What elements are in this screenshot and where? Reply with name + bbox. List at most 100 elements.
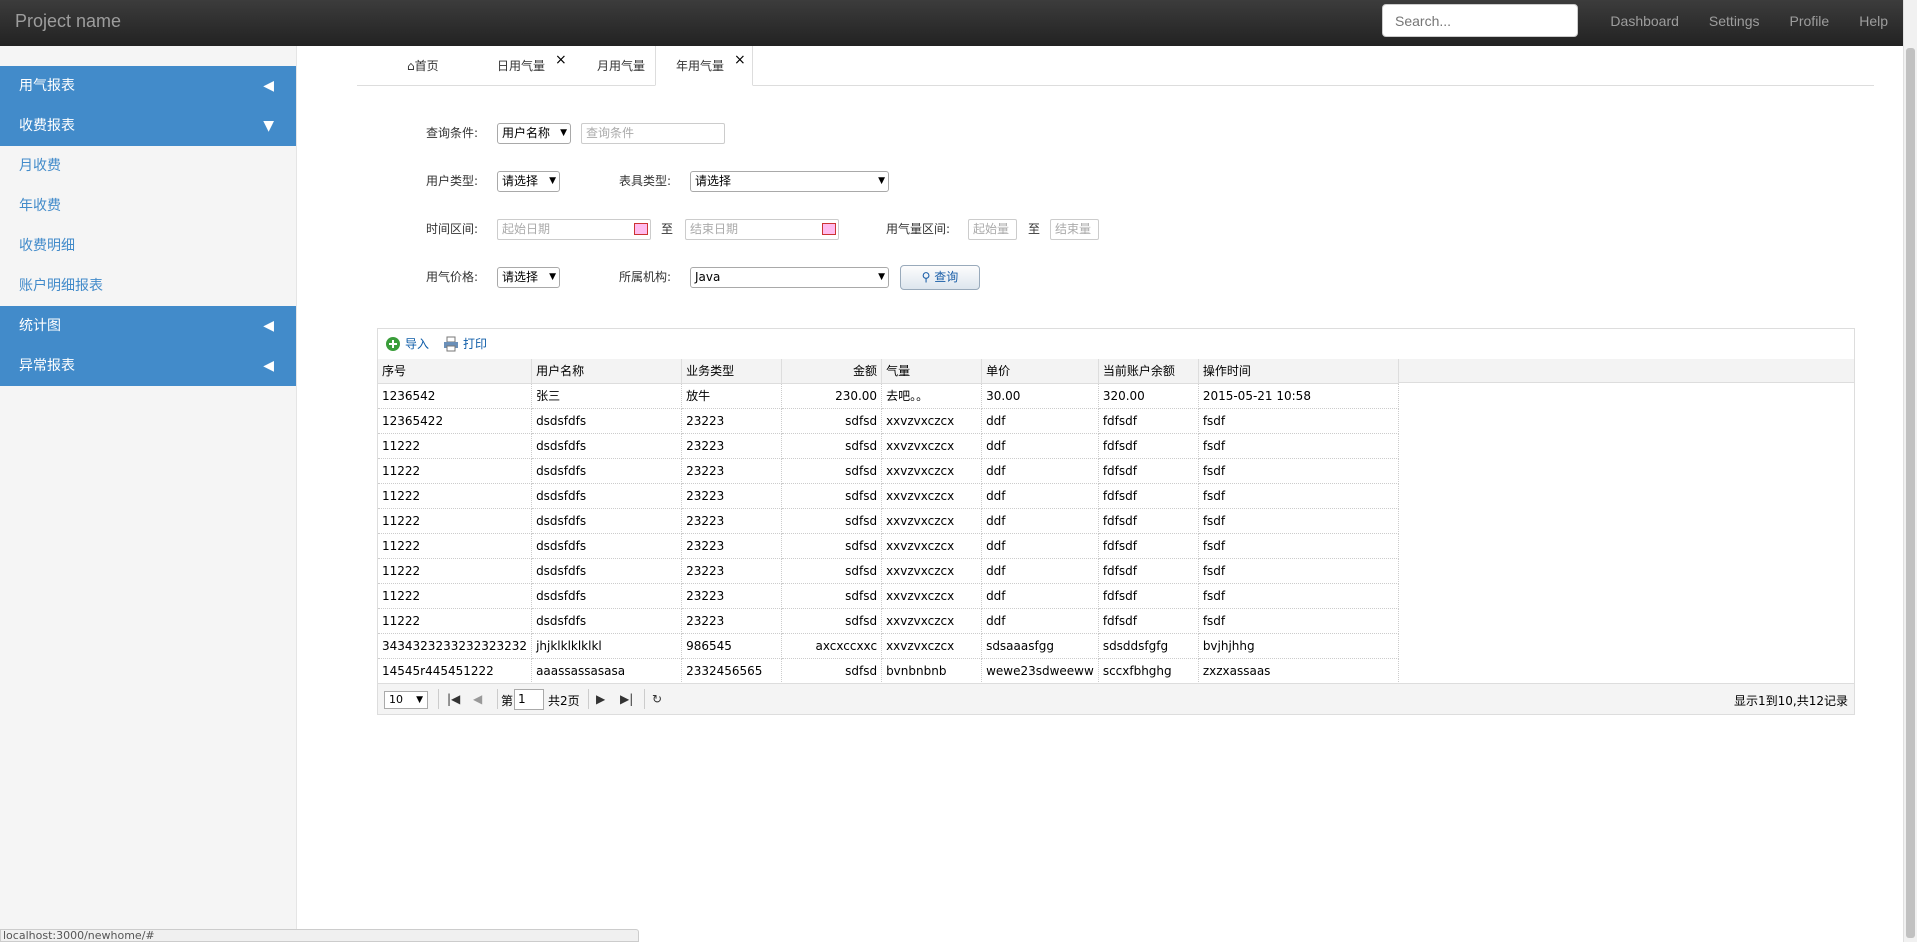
first-page-icon[interactable]: |◀ xyxy=(447,692,460,706)
last-page-icon[interactable]: ▶| xyxy=(620,692,633,706)
table-cell: axcxccxxc xyxy=(781,633,883,659)
next-page-icon[interactable]: ▶ xyxy=(596,692,605,706)
table-row[interactable]: 11222 dsdsfdfs 23223 sdfsd xxvzvxczcx ddf fdfs… xyxy=(378,583,1399,609)
tab-yearly-gas[interactable]: 年用气量 × xyxy=(655,46,753,86)
table-cell: 320.00 xyxy=(1098,383,1199,409)
end-date-input[interactable]: 结束日期 xyxy=(685,219,839,240)
tab-home[interactable]: ⌂首页 xyxy=(387,46,475,86)
page-number-input[interactable]: 1 xyxy=(514,689,544,710)
column-header[interactable]: 序号 xyxy=(378,359,533,384)
table-cell: xxvzvxczcx xyxy=(881,508,983,534)
chevron-left-icon: ◀ xyxy=(263,78,274,94)
table-cell: 230.00 xyxy=(781,383,883,409)
table-row[interactable]: 11222 dsdsfdfs 23223 sdfsd xxvzvxczcx ddf fdfs… xyxy=(378,533,1399,559)
table-cell: 23223 xyxy=(681,558,783,584)
tab-daily-gas[interactable]: 日用气量 × xyxy=(477,46,575,86)
table-cell: bvjhjhhg xyxy=(1198,633,1399,659)
table-cell: fsdf xyxy=(1198,508,1399,534)
close-icon[interactable]: × xyxy=(555,40,567,80)
end-amount-input[interactable]: 结束量 xyxy=(1050,219,1099,240)
chevron-down-icon: ▼ xyxy=(560,128,567,138)
search-input[interactable] xyxy=(1382,4,1578,37)
table-row[interactable]: 11222 dsdsfdfs 23223 sdfsd xxvzvxczcx ddf fdfs… xyxy=(378,433,1399,459)
sidebar-item-monthly-fee[interactable]: 月收费 xyxy=(0,146,296,186)
table-row[interactable]: 11222 dsdsfdfs 23223 sdfsd xxvzvxczcx ddf fdfs… xyxy=(378,508,1399,534)
table-cell: fdfsdf xyxy=(1098,433,1199,459)
import-button[interactable]: 导入 xyxy=(385,335,429,353)
chevron-down-icon: ▼ xyxy=(549,272,556,282)
grid-toolbar: 导入 打印 xyxy=(378,329,1854,359)
column-header[interactable]: 当前账户余额 xyxy=(1098,359,1199,384)
sidebar-group-statistics[interactable]: 统计图 ◀ xyxy=(0,306,296,346)
table-cell: sdfsd xyxy=(781,408,883,434)
sidebar-group-exception-report[interactable]: 异常报表 ◀ xyxy=(0,346,296,386)
data-table: 序号 用户名称 业务类型 金额 气量 单价 当前账户余额 操作时间 123654… xyxy=(378,359,1399,684)
nav-link-dashboard[interactable]: Dashboard xyxy=(1595,0,1694,42)
table-row[interactable]: 11222 dsdsfdfs 23223 sdfsd xxvzvxczcx ddf fdfs… xyxy=(378,608,1399,634)
table-cell: ddf xyxy=(981,583,1099,609)
table-cell: xxvzvxczcx xyxy=(881,433,983,459)
table-cell: dsdsfdfs xyxy=(531,458,683,484)
column-header[interactable]: 气量 xyxy=(881,359,983,384)
magnifier-icon: ⚲ xyxy=(921,270,931,284)
table-row[interactable]: 11222 dsdsfdfs 23223 sdfsd xxvzvxczcx ddf fdfs… xyxy=(378,458,1399,484)
nav-links: Dashboard Settings Profile Help xyxy=(1595,0,1917,42)
calendar-icon[interactable] xyxy=(822,223,836,235)
calendar-icon[interactable] xyxy=(634,223,648,235)
start-amount-input[interactable]: 起始量 xyxy=(968,219,1017,240)
meter-type-label: 表具类型: xyxy=(619,174,672,188)
scroll-thumb[interactable] xyxy=(1906,48,1915,938)
nav-link-settings[interactable]: Settings xyxy=(1694,0,1775,42)
table-cell: 23223 xyxy=(681,458,783,484)
table-cell: ddf xyxy=(981,483,1099,509)
query-input[interactable]: 查询条件 xyxy=(581,123,725,144)
prev-page-icon[interactable]: ◀ xyxy=(473,692,482,706)
start-date-input[interactable]: 起始日期 xyxy=(497,219,651,240)
table-cell: zxzxassaas xyxy=(1198,658,1399,684)
sidebar-item-fee-detail[interactable]: 收费明细 xyxy=(0,226,296,266)
column-header[interactable]: 业务类型 xyxy=(681,359,783,384)
table-cell: sdfsd xyxy=(781,583,883,609)
sidebar-item-account-detail[interactable]: 账户明细报表 xyxy=(0,266,296,306)
table-cell: 11222 xyxy=(378,608,533,634)
chevron-left-icon: ◀ xyxy=(263,358,274,374)
table-cell: 14545r445451222 xyxy=(378,658,533,684)
table-row[interactable]: 14545r445451222 aaassassasasa 2332456565 sd… xyxy=(378,658,1399,684)
page-size-select[interactable]: 10 ▼ xyxy=(384,691,428,709)
table-row[interactable]: 11222 dsdsfdfs 23223 sdfsd xxvzvxczcx ddf fdfs… xyxy=(378,483,1399,509)
table-cell: 2332456565 xyxy=(681,658,783,684)
table-cell: sdfsd xyxy=(781,658,883,684)
pagination-summary: 显示1到10,共12记录 xyxy=(1734,694,1848,708)
tab-bar: ⌂首页 日用气量 × 月用气量 × 年用气量 × xyxy=(357,46,1874,86)
sidebar-group-gas-report[interactable]: 用气报表 ◀ xyxy=(0,66,296,106)
button-label: 查询 xyxy=(934,270,959,284)
column-header[interactable]: 金额 xyxy=(781,359,883,384)
page-scrollbar[interactable] xyxy=(1903,0,1917,942)
table-cell: ddf xyxy=(981,608,1099,634)
search-button[interactable]: ⚲ 查询 xyxy=(900,265,980,290)
table-cell: 23223 xyxy=(681,608,783,634)
price-select[interactable]: 请选择 ▼ xyxy=(497,267,560,288)
user-type-label: 用户类型: xyxy=(426,174,479,188)
table-row[interactable]: 11222 dsdsfdfs 23223 sdfsd xxvzvxczcx ddf fdfs… xyxy=(378,558,1399,584)
select-value: 请选择 xyxy=(502,270,539,284)
user-type-select[interactable]: 请选择 ▼ xyxy=(497,171,560,192)
table-row[interactable]: 3434323233232323232 jhjklklklklkl 986545 ax… xyxy=(378,633,1399,659)
refresh-icon[interactable]: ↻ xyxy=(652,692,662,706)
org-select[interactable]: Java ▼ xyxy=(690,267,889,288)
column-header[interactable]: 单价 xyxy=(981,359,1099,384)
table-cell: xxvzvxczcx xyxy=(881,533,983,559)
query-field-select[interactable]: 用户名称 ▼ xyxy=(497,123,571,144)
table-cell: dsdsfdfs xyxy=(531,433,683,459)
table-row[interactable]: 1236542 张三 放牛 230.00 去吧。。 30.00 320.00 2015-05-… xyxy=(378,383,1399,409)
column-header[interactable]: 用户名称 xyxy=(531,359,683,384)
meter-type-select[interactable]: 请选择 ▼ xyxy=(690,171,889,192)
column-header[interactable]: 操作时间 xyxy=(1198,359,1399,384)
brand-title[interactable]: Project name xyxy=(15,11,121,32)
close-icon[interactable]: × xyxy=(734,40,746,80)
print-button[interactable]: 打印 xyxy=(443,335,487,353)
sidebar-item-yearly-fee[interactable]: 年收费 xyxy=(0,186,296,226)
sidebar-group-fee-report[interactable]: 收费报表 ▼ xyxy=(0,106,296,146)
table-row[interactable]: 12365422 dsdsfdfs 23223 sdfsd xxvzvxczcx ddf f… xyxy=(378,408,1399,434)
nav-link-profile[interactable]: Profile xyxy=(1775,0,1845,42)
